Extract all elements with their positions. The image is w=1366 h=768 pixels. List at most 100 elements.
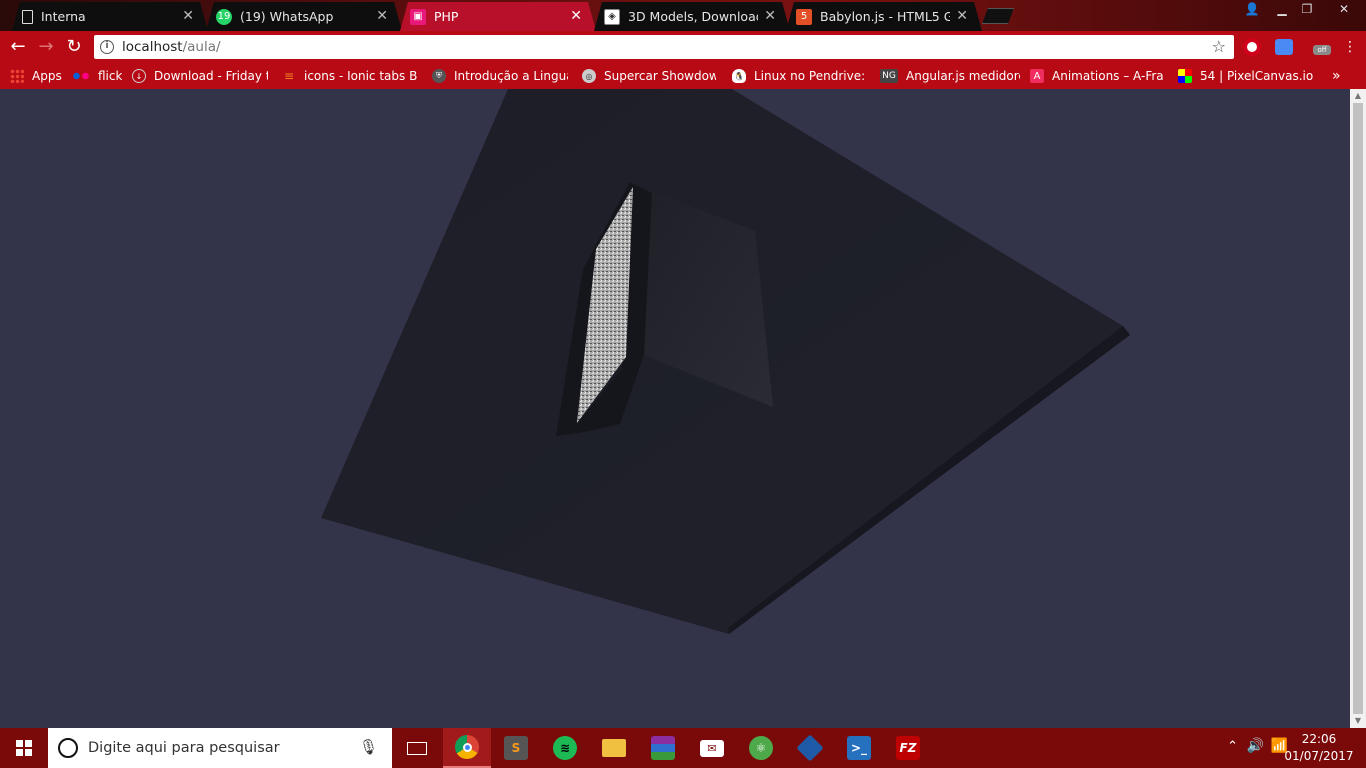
tab-title: PHP <box>434 9 459 24</box>
tab-3d-models[interactable]: ◈ 3D Models, Download 3D ✕ <box>594 2 790 31</box>
close-window-button[interactable]: ✕ <box>1322 0 1366 20</box>
reload-button[interactable]: ↻ <box>64 37 84 57</box>
taskbar-sublime[interactable]: S <box>492 728 540 768</box>
microphone-icon[interactable]: 🎙 <box>359 738 378 756</box>
bookmark-star-icon[interactable]: ☆ <box>1212 37 1226 56</box>
back-button[interactable]: ← <box>8 37 28 57</box>
info-icon[interactable]: i <box>100 40 114 54</box>
extension-off-icon[interactable]: off <box>1313 45 1331 55</box>
address-path: /aula/ <box>182 39 221 55</box>
menu-icon[interactable]: ⋮ <box>1340 37 1360 57</box>
ng-icon: NG <box>880 69 898 83</box>
taskbar-spotify[interactable]: ≋ <box>541 728 589 768</box>
browser-toolbar: ← → ↻ i localhost/aula/ ☆ off ⋮ <box>0 31 1366 63</box>
bookmark-icons-ionic[interactable]: ≡ icons - Ionic tabs Bad <box>282 63 418 89</box>
bookmark-pixelcanvas[interactable]: 54 | PixelCanvas.io <box>1178 63 1318 89</box>
tab-strip: Interna ✕ 19 (19) WhatsApp ✕ ▣ PHP ✕ ◈ 3… <box>0 0 1366 31</box>
vertical-scrollbar[interactable]: ▲ ▼ <box>1350 89 1366 728</box>
bookmark-angular[interactable]: NG Angular.js medidores <box>880 63 1020 89</box>
tab-title: Babylon.js - HTML5 Game <box>820 9 950 24</box>
taskbar-clock[interactable]: 22:06 01/07/2017 <box>1284 731 1354 765</box>
cortana-icon[interactable] <box>58 738 78 758</box>
render-canvas[interactable] <box>0 89 1350 728</box>
chrome-icon <box>455 735 479 759</box>
profile-icon[interactable]: 👤 <box>1238 0 1266 20</box>
whatsapp-icon: 19 <box>216 9 232 25</box>
download-icon: ↓ <box>132 69 146 83</box>
mail-icon: ✉ <box>700 739 724 757</box>
opera-vpn-icon[interactable] <box>1243 38 1261 56</box>
tab-babylon[interactable]: 5 Babylon.js - HTML5 Game ✕ <box>786 2 982 31</box>
scrollbar-thumb[interactable] <box>1353 103 1363 714</box>
bookmarks-overflow-icon[interactable]: » <box>1332 63 1341 89</box>
filezilla-icon: FZ <box>896 736 920 760</box>
bookmark-label: Introdução a Linguag <box>454 69 568 83</box>
google-translate-icon[interactable] <box>1275 39 1293 55</box>
bookmark-label: Supercar Showdown <box>604 69 716 83</box>
windows-taskbar: Digite aqui para pesquisar 🎙 S ≋ ✉ ⚛ >_ … <box>0 728 1366 768</box>
address-bar[interactable]: i localhost/aula/ ☆ <box>94 35 1234 59</box>
taskbar-winrar[interactable] <box>639 728 687 768</box>
tab-php[interactable]: ▣ PHP ✕ <box>400 2 596 31</box>
bookmark-supercar[interactable]: ◎ Supercar Showdown <box>582 63 716 89</box>
virtualbox-icon <box>796 734 824 762</box>
tab-interna[interactable]: Interna ✕ <box>12 2 208 31</box>
winrar-icon <box>651 736 675 760</box>
taskbar-atom[interactable]: ⚛ <box>737 728 785 768</box>
stackoverflow-icon: ≡ <box>283 69 295 83</box>
taskbar-file-explorer[interactable] <box>590 728 638 768</box>
bookmark-label: Animations – A-Frame <box>1052 69 1164 83</box>
bookmark-flick[interactable]: flick <box>72 63 122 89</box>
clock-time: 22:06 <box>1301 732 1337 746</box>
spotify-icon: ≋ <box>553 736 577 760</box>
tab-title: (19) WhatsApp <box>240 9 334 24</box>
bookmark-aframe[interactable]: A Animations – A-Frame <box>1030 63 1164 89</box>
atom-icon: ⚛ <box>749 736 773 760</box>
minimize-button[interactable]: ▁ <box>1268 0 1296 20</box>
tab-title: Interna <box>41 9 86 24</box>
bookmark-label: icons - Ionic tabs Bad <box>304 69 418 83</box>
task-view-icon <box>407 741 427 755</box>
volume-icon[interactable]: 🔊 <box>1247 738 1264 754</box>
html5-icon: 5 <box>796 9 812 25</box>
start-button[interactable] <box>0 728 48 768</box>
powershell-icon: >_ <box>847 736 871 760</box>
taskbar-search-box[interactable]: Digite aqui para pesquisar 🎙 <box>48 728 392 768</box>
bookmark-introducao[interactable]: ⛨ Introdução a Linguag <box>432 63 568 89</box>
close-icon[interactable]: ✕ <box>182 8 194 24</box>
bookmark-label: Download - Friday the <box>154 69 268 83</box>
address-host: localhost <box>122 39 183 55</box>
shield-icon: ⛨ <box>432 69 446 83</box>
taskbar-powershell[interactable]: >_ <box>835 728 883 768</box>
supercar-icon: ◎ <box>582 69 596 83</box>
restore-button[interactable]: ❐ <box>1293 0 1321 20</box>
scroll-up-icon[interactable]: ▲ <box>1350 89 1366 103</box>
3d-scene <box>321 89 1130 634</box>
bookmark-apps[interactable]: Apps <box>10 63 62 89</box>
taskbar-mail[interactable]: ✉ <box>688 728 736 768</box>
bookmark-label: Apps <box>32 69 62 83</box>
tab-whatsapp[interactable]: 19 (19) WhatsApp ✕ <box>206 2 402 31</box>
sublime-text-icon: S <box>504 736 528 760</box>
close-icon[interactable]: ✕ <box>570 8 582 24</box>
document-icon <box>22 10 33 24</box>
close-icon[interactable]: ✕ <box>764 8 776 24</box>
scroll-down-icon[interactable]: ▼ <box>1350 714 1366 728</box>
apps-grid-icon <box>10 69 24 83</box>
tab-title: 3D Models, Download 3D <box>628 9 758 24</box>
taskbar-filezilla[interactable]: FZ <box>884 728 932 768</box>
bookmark-label: 54 | PixelCanvas.io <box>1200 69 1314 83</box>
forward-button[interactable]: → <box>36 37 56 57</box>
3d-models-icon: ◈ <box>604 9 620 25</box>
taskbar-virtualbox[interactable] <box>786 728 834 768</box>
taskbar-chrome[interactable] <box>443 728 491 768</box>
close-icon[interactable]: ✕ <box>376 8 388 24</box>
bookmark-download[interactable]: ↓ Download - Friday the <box>132 63 268 89</box>
tux-icon: 🐧 <box>732 69 746 83</box>
close-icon[interactable]: ✕ <box>956 8 968 24</box>
new-tab-button[interactable] <box>982 8 1014 24</box>
flickr-icon <box>72 69 90 83</box>
task-view-button[interactable] <box>393 728 441 768</box>
bookmark-linux[interactable]: 🐧 Linux no Pendrive: De <box>732 63 868 89</box>
show-hidden-icons-icon[interactable]: ⌃ <box>1227 739 1238 754</box>
